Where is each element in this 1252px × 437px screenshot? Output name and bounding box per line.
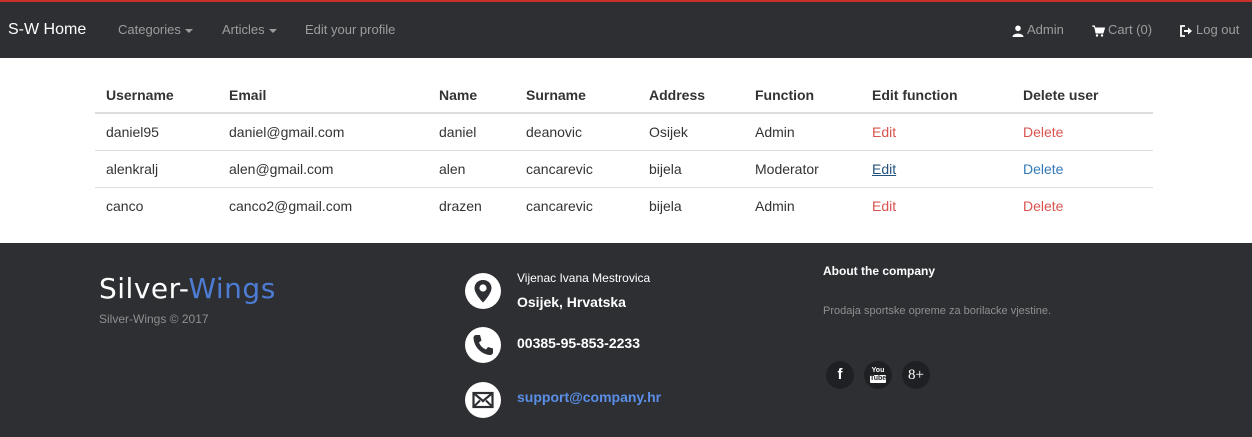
column-header-name: Name [428,78,515,114]
logout-label: Log out [1196,22,1240,37]
google-plus-icon[interactable]: 8+ [902,361,930,389]
admin-link[interactable]: Admin [1012,2,1064,58]
column-header-edit-function: Edit function [861,78,1012,114]
brand-home-link[interactable]: S-W Home [8,2,86,58]
cell-function: Moderator [744,149,861,187]
column-header-delete-user: Delete user [1012,78,1153,114]
cell-name: daniel [439,123,477,140]
address-city: Osijek, Hrvatska [517,294,626,310]
column-header-username: Username [95,78,218,114]
articles-label: Articles [222,22,265,37]
logout-link[interactable]: Log out [1180,2,1239,58]
edit-function-link[interactable]: Edit [872,161,896,177]
delete-user-link[interactable]: Delete [1023,161,1063,177]
table-row: daniel95 daniel@gmail.com daniel deanovi… [95,113,1153,150]
table-row: canco canco2@gmail.com drazen cancarevic… [95,186,1153,224]
facebook-icon[interactable]: f [826,361,854,389]
delete-cell: Delete [1012,149,1153,187]
phone-icon [465,327,501,363]
cell-email: canco2@gmail.com [218,186,428,224]
cell-surname: deanovic [526,123,583,140]
categories-label: Categories [118,22,181,37]
articles-dropdown[interactable]: Articles [222,2,277,58]
edit-cell: Edit [861,186,1012,224]
users-table: Username Email Name Surname Address Func… [95,78,1153,224]
edit-function-link[interactable]: Edit [872,198,896,214]
column-header-address: Address [638,78,744,114]
footer-logo: Silver-Wings [99,272,276,305]
logo-text-wings: Wings [188,272,276,305]
phone-number: 00385-95-853-2233 [517,335,640,351]
edit-cell: Edit [861,113,1012,150]
site-footer: Silver-Wings Silver-Wings © 2017 Vijenac… [0,243,1252,437]
cell-username: canco [95,186,218,224]
logo-text-silver: Silver- [99,272,189,305]
cell-surname: cancarevic [515,186,638,224]
column-header-surname: Surname [515,78,638,114]
delete-user-link[interactable]: Delete [1023,124,1063,140]
envelope-icon [465,382,501,418]
delete-user-link[interactable]: Delete [1023,198,1063,214]
cell-username: alenkralj [95,149,218,187]
support-email-link[interactable]: support@company.hr [517,389,661,405]
map-marker-icon [465,273,501,309]
user-icon [1012,25,1024,37]
cell-function: Admin [755,123,795,140]
cart-icon [1092,25,1105,37]
admin-label: Admin [1027,22,1064,37]
youtube-icon[interactable]: You Tube [864,361,892,389]
logout-icon [1180,24,1192,37]
chevron-down-icon [268,28,277,33]
cell-surname: cancarevic [515,149,638,187]
cell-name: drazen [428,186,515,224]
cell-address: bijela [638,149,744,187]
top-navbar: S-W Home Categories Articles Edit your p… [0,0,1252,58]
cell-function: Admin [744,186,861,224]
table-header-row: Username Email Name Surname Address Func… [95,78,1153,114]
edit-cell: Edit [861,149,1012,187]
youtube-label-top: You [871,367,885,374]
edit-profile-link[interactable]: Edit your profile [305,2,395,58]
delete-cell: Delete [1012,113,1153,150]
cell-username: daniel95 [106,123,159,140]
chevron-down-icon [184,28,193,33]
column-header-email: Email [218,78,428,114]
about-text: Prodaja sportske opreme za borilacke vje… [823,305,1052,317]
cart-link[interactable]: Cart (0) [1092,2,1152,58]
cart-label: Cart (0) [1108,22,1153,37]
edit-function-link[interactable]: Edit [872,124,896,140]
about-title: About the company [823,264,936,278]
copyright-text: Silver-Wings © 2017 [99,312,209,326]
delete-cell: Delete [1012,186,1153,224]
column-header-function: Function [744,78,861,114]
address-street: Vijenac Ivana Mestrovica [517,271,651,285]
categories-dropdown[interactable]: Categories [118,2,193,58]
table-row: alenkralj alen@gmail.com alen cancarevic… [95,149,1153,187]
cell-name: alen [428,149,515,187]
cell-email: daniel@gmail.com [229,123,345,140]
cell-address: bijela [638,186,744,224]
cell-address: Osijek [649,123,688,140]
youtube-label-bottom: Tube [870,375,887,383]
cell-email: alen@gmail.com [218,149,428,187]
